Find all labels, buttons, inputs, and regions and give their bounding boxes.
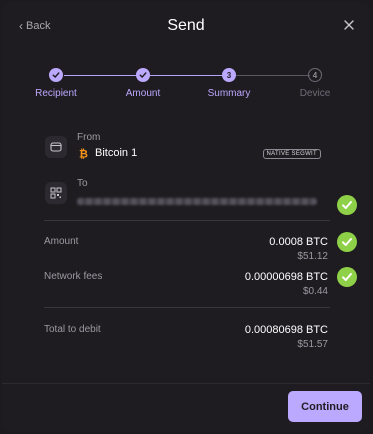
network-fees-label: Network fees [44, 271, 103, 282]
step-label-amount: Amount [125, 88, 161, 99]
footer-divider [2, 383, 370, 384]
total-fiat: $51.57 [297, 339, 328, 350]
from-account: ₿ Bitcoin 1 [77, 147, 137, 159]
to-label: To [77, 178, 88, 189]
total-values: 0.00080698 BTC $51.57 [245, 324, 328, 350]
fees-fiat: $0.44 [302, 286, 328, 297]
amount-verified-check-icon [337, 232, 357, 252]
step-label-device: Device [299, 88, 331, 99]
step-recipient: Recipient [16, 66, 96, 99]
amount-crypto: 0.0008 BTC [269, 236, 328, 248]
svg-text:₿: ₿ [79, 148, 88, 160]
close-icon [344, 20, 354, 30]
divider [44, 307, 330, 308]
step-done-icon [136, 68, 150, 82]
from-label: From [77, 132, 101, 143]
amount-fiat: $51.12 [297, 251, 328, 262]
progress-stepper: Recipient Amount 3 Summary 4 Device [2, 66, 370, 106]
from-account-name: Bitcoin 1 [95, 147, 138, 159]
total-label: Total to debit [44, 324, 101, 335]
step-device: 4 Device [275, 66, 355, 99]
send-modal: ‹ Back Send Recipient Amount 3 Summary 4… [2, 2, 370, 432]
amount-values: 0.0008 BTC $51.12 [269, 236, 328, 262]
modal-title: Send [167, 17, 205, 34]
fees-crypto: 0.00000698 BTC [244, 271, 328, 283]
wallet-icon [45, 136, 67, 158]
step-label-summary: Summary [207, 88, 251, 99]
fees-verified-check-icon [337, 267, 357, 287]
total-crypto: 0.00080698 BTC [244, 324, 328, 336]
step-amount: Amount [103, 66, 183, 99]
bitcoin-icon: ₿ [77, 147, 89, 160]
recipient-address-blurred [77, 198, 317, 205]
qr-code-icon [45, 182, 67, 204]
step-done-icon [49, 68, 63, 82]
step-number-badge: 4 [308, 68, 322, 82]
network-fees-values: 0.00000698 BTC $0.44 [245, 271, 328, 297]
step-label-recipient: Recipient [35, 88, 77, 99]
amount-label: Amount [44, 236, 79, 247]
step-summary: 3 Summary [189, 66, 269, 99]
step-number-badge: 3 [222, 68, 236, 82]
continue-button[interactable]: Continue [288, 391, 362, 422]
close-button[interactable] [340, 16, 358, 34]
address-verified-check-icon [337, 195, 357, 215]
native-segwit-badge: NATIVE SEGWIT [262, 149, 321, 159]
divider [44, 220, 330, 221]
